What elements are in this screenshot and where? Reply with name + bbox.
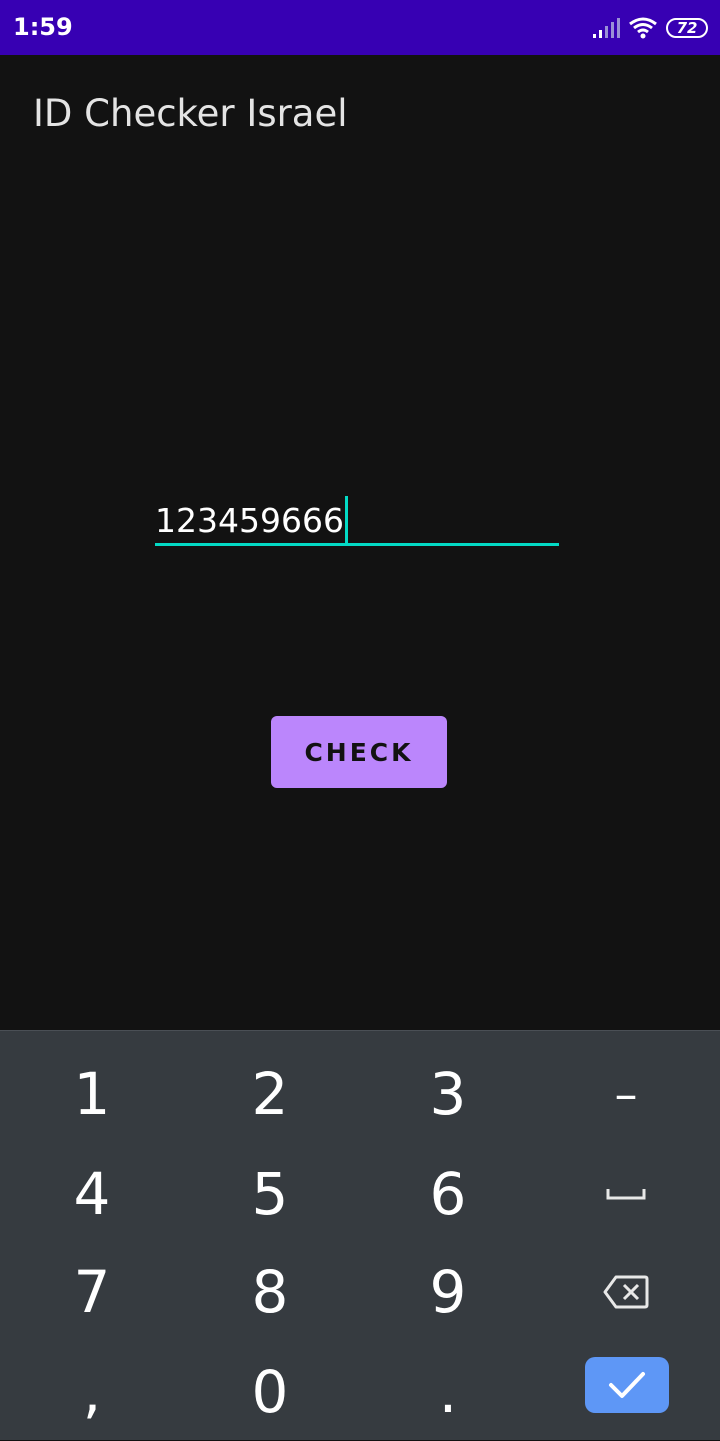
key-6[interactable]: 6 (359, 1145, 537, 1243)
key-comma[interactable]: , (3, 1343, 181, 1441)
status-time: 1:59 (13, 13, 73, 41)
battery-level: 72 (676, 19, 698, 37)
key-9[interactable]: 9 (359, 1243, 537, 1341)
key-8[interactable]: 8 (181, 1243, 359, 1341)
key-0[interactable]: 0 (181, 1343, 359, 1441)
id-number-value: 123459666 (155, 500, 344, 540)
key-2[interactable]: 2 (181, 1045, 359, 1143)
app-title: ID Checker Israel (33, 92, 348, 135)
battery-icon: 72 (666, 18, 708, 38)
key-4[interactable]: 4 (3, 1145, 181, 1243)
status-bar: 1:59 72 (0, 0, 720, 55)
key-7[interactable]: 7 (3, 1243, 181, 1341)
key-1[interactable]: 1 (3, 1045, 181, 1143)
signal-icon (593, 18, 620, 38)
done-key[interactable] (585, 1357, 669, 1413)
id-number-input[interactable]: 123459666 (155, 488, 559, 546)
key-5[interactable]: 5 (181, 1145, 359, 1243)
key-3[interactable]: 3 (359, 1045, 537, 1143)
key-backspace[interactable] (537, 1243, 715, 1341)
backspace-icon (603, 1275, 649, 1309)
id-number-value-wrapper: 123459666 (155, 496, 348, 544)
wifi-icon (629, 17, 657, 39)
space-icon (606, 1189, 646, 1200)
key-period[interactable]: . (359, 1343, 537, 1441)
numeric-keyboard: 1 2 3 – 4 5 6 7 8 9 , 0 . (0, 1030, 720, 1440)
checkmark-icon (609, 1372, 645, 1398)
text-cursor (344, 496, 348, 544)
check-button[interactable]: CHECK (271, 716, 447, 788)
status-icons: 72 (592, 14, 708, 42)
key-minus[interactable]: – (537, 1045, 715, 1143)
key-space[interactable] (537, 1145, 715, 1243)
